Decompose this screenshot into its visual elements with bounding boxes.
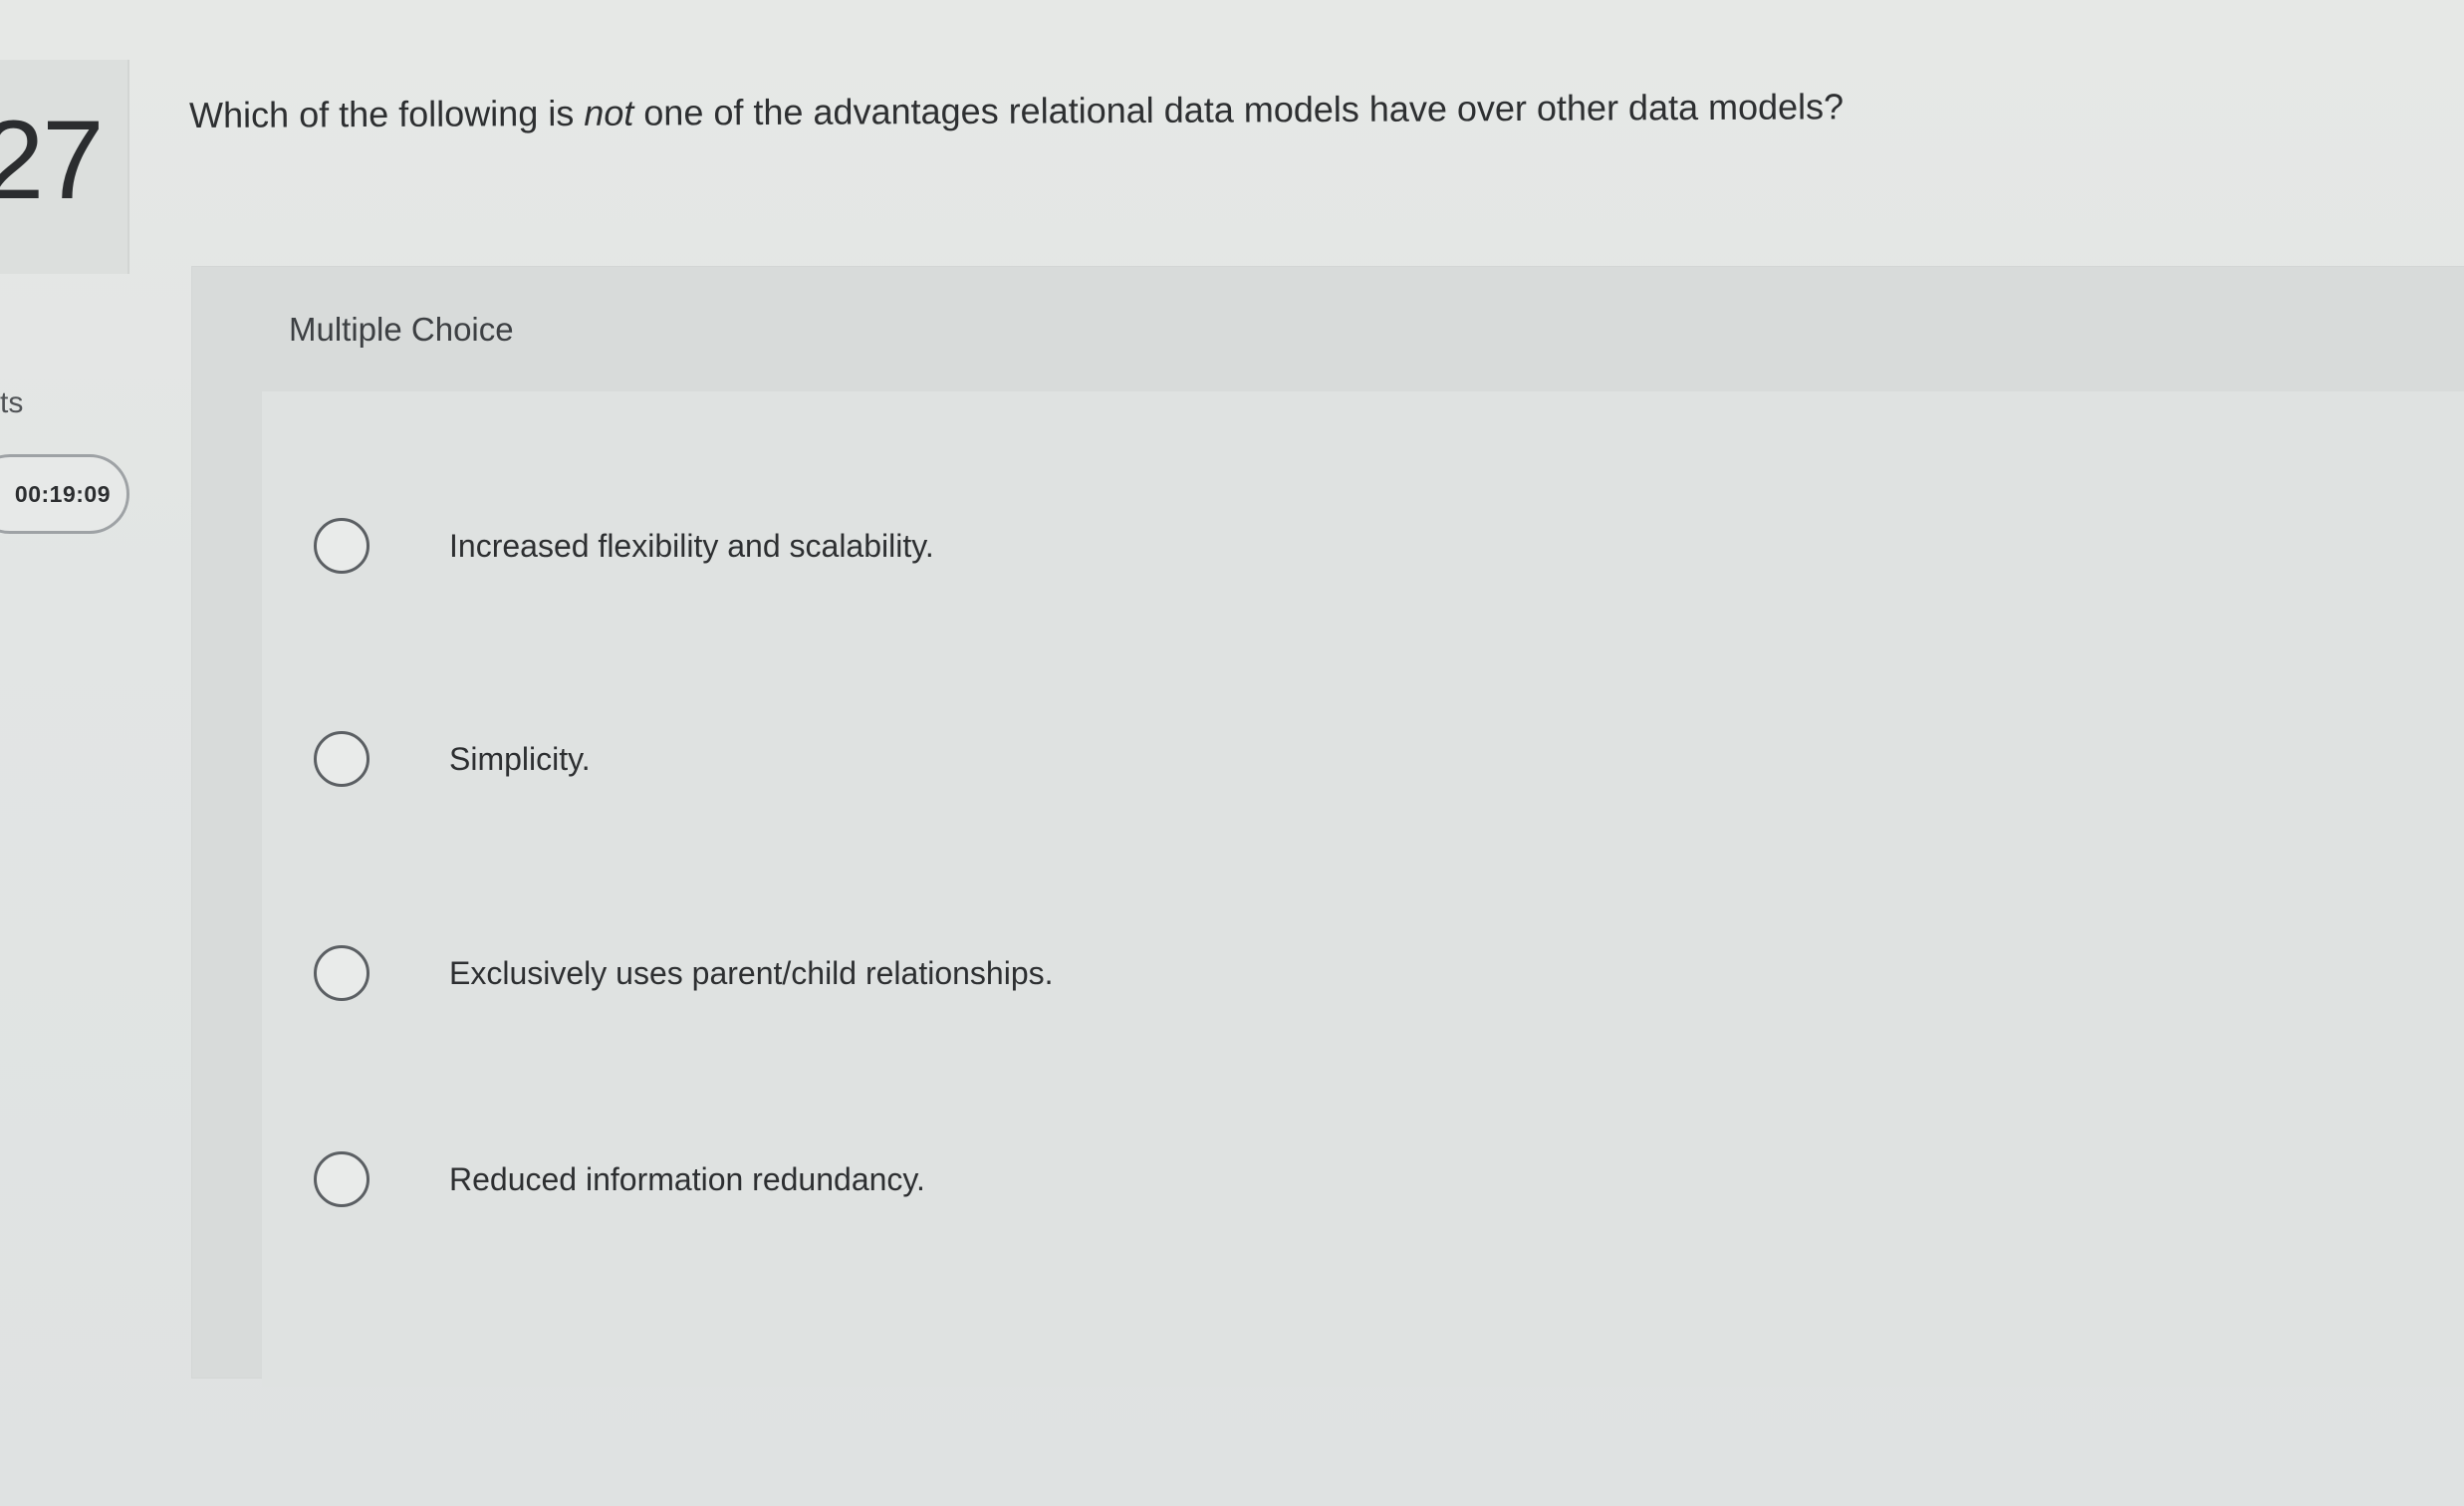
radio-button[interactable] — [314, 1151, 370, 1207]
option-row-2[interactable]: Simplicity. — [289, 699, 2430, 819]
option-label[interactable]: Increased flexibility and scalability. — [449, 528, 934, 565]
question-number: 27 — [0, 98, 105, 222]
timer-text: 00:19:09 — [14, 480, 111, 507]
option-label[interactable]: Reduced information redundancy. — [449, 1161, 925, 1198]
prompt-text-start: Which of the following is — [189, 92, 585, 135]
question-type-label: Multiple Choice — [289, 311, 514, 348]
radio-button[interactable] — [314, 945, 370, 1001]
prompt-text-end: one of the advantages relational data mo… — [633, 86, 1845, 133]
option-row-3[interactable]: Exclusively uses parent/child relationsh… — [289, 913, 2430, 1033]
option-label[interactable]: Simplicity. — [449, 741, 591, 778]
question-prompt: Which of the following is not one of the… — [189, 86, 1844, 136]
option-row-4[interactable]: Reduced information redundancy. — [289, 1120, 2430, 1239]
radio-button[interactable] — [314, 731, 370, 787]
radio-button[interactable] — [314, 518, 370, 574]
points-label: ts — [0, 386, 24, 419]
prompt-emphasis: not — [584, 92, 634, 133]
timer-badge: 00:19:09 — [0, 454, 129, 534]
option-label[interactable]: Exclusively uses parent/child relationsh… — [449, 955, 1054, 992]
option-row-1[interactable]: Increased flexibility and scalability. — [289, 486, 2430, 606]
